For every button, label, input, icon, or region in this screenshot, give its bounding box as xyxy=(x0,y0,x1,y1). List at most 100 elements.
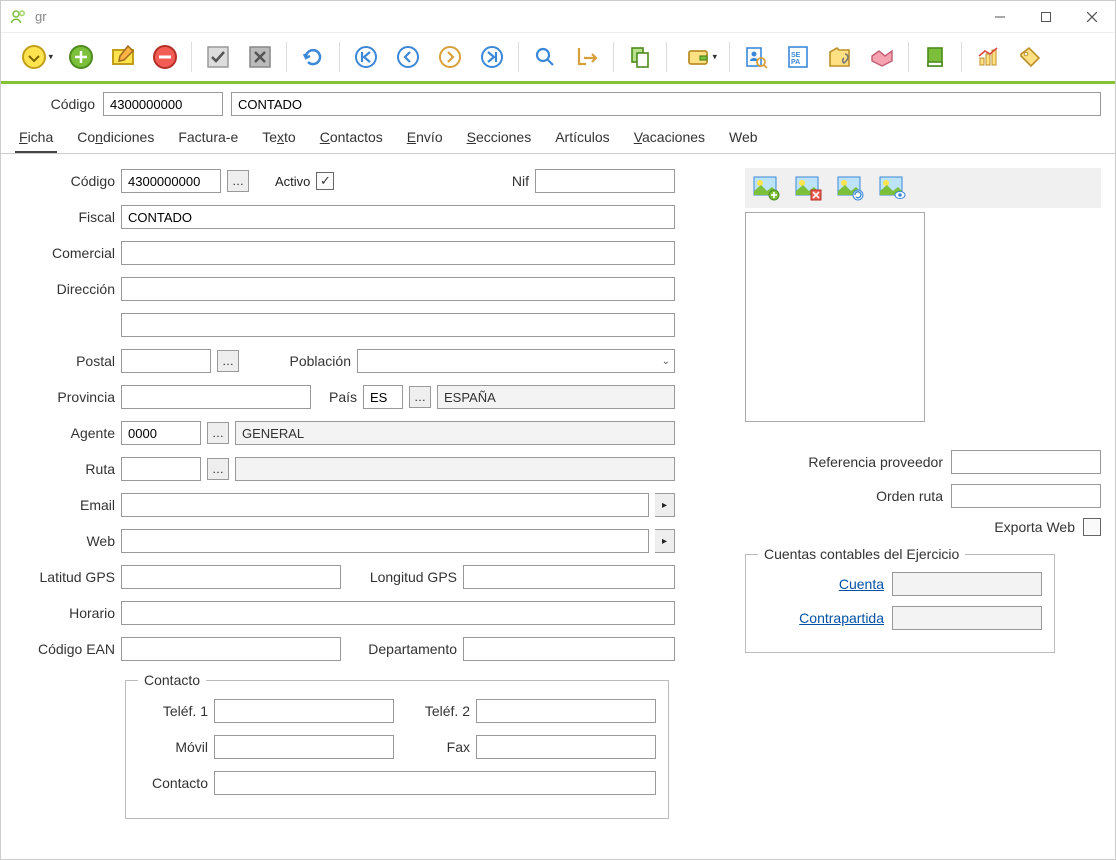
tab-texto[interactable]: Texto xyxy=(258,123,299,153)
activo-label: Activo xyxy=(275,174,310,189)
movil-label: Móvil xyxy=(138,739,208,755)
horario-input[interactable] xyxy=(121,601,675,625)
tag-button[interactable] xyxy=(1012,39,1048,75)
ruta-code-input[interactable] xyxy=(121,457,201,481)
codigo-input[interactable] xyxy=(121,169,221,193)
provincia-input[interactable] xyxy=(121,385,311,409)
tab-ficha[interactable]: Ficha xyxy=(15,123,57,153)
tabs: Ficha Condiciones Factura-e Texto Contac… xyxy=(1,124,1115,154)
image-remove-button[interactable] xyxy=(789,170,827,206)
tab-vacaciones[interactable]: Vacaciones xyxy=(630,123,709,153)
ruta-lookup-button[interactable]: … xyxy=(207,458,229,480)
handshake-button[interactable] xyxy=(864,39,900,75)
postal-lookup-button[interactable]: … xyxy=(217,350,239,372)
movil-input[interactable] xyxy=(214,735,394,759)
image-refresh-button[interactable] xyxy=(831,170,869,206)
tab-web[interactable]: Web xyxy=(725,123,762,153)
next-record-button[interactable] xyxy=(432,39,468,75)
telef1-input[interactable] xyxy=(214,699,394,723)
email-action-button[interactable]: ▸ xyxy=(655,493,675,517)
web-input[interactable] xyxy=(121,529,649,553)
direccion-input[interactable] xyxy=(121,277,675,301)
comercial-label: Comercial xyxy=(15,245,115,261)
minimize-button[interactable] xyxy=(977,1,1023,33)
contacto-input[interactable] xyxy=(214,771,656,795)
new-button[interactable] xyxy=(63,39,99,75)
activo-checkbox[interactable]: ✓ xyxy=(316,172,334,190)
pais-code-input[interactable] xyxy=(363,385,403,409)
tab-secciones[interactable]: Secciones xyxy=(463,123,536,153)
first-record-button[interactable] xyxy=(348,39,384,75)
ref-prov-input[interactable] xyxy=(951,450,1101,474)
app-window: gr xyxy=(0,0,1116,860)
codigo-form-label: Código xyxy=(15,173,115,189)
titlebar: gr xyxy=(1,1,1115,33)
pais-name-display xyxy=(437,385,675,409)
ruta-name-display xyxy=(235,457,675,481)
edit-button[interactable] xyxy=(105,39,141,75)
web-action-button[interactable]: ▸ xyxy=(655,529,675,553)
history-dropdown-button[interactable] xyxy=(11,39,57,75)
form-body: Código … Activo ✓ Nif Fiscal Comercial D… xyxy=(1,154,1115,833)
exporta-web-checkbox[interactable] xyxy=(1083,518,1101,536)
lon-input[interactable] xyxy=(463,565,675,589)
confirm-button[interactable] xyxy=(200,39,236,75)
provincia-label: Provincia xyxy=(15,389,115,405)
name-header-input[interactable] xyxy=(231,92,1101,116)
codigo-lookup-button[interactable]: … xyxy=(227,170,249,192)
svg-text:SE: SE xyxy=(791,52,801,59)
agente-name-display xyxy=(235,421,675,445)
chart-button[interactable] xyxy=(970,39,1006,75)
copy-button[interactable] xyxy=(622,39,658,75)
postal-input[interactable] xyxy=(121,349,211,373)
image-preview-box xyxy=(745,212,925,422)
sepa-button[interactable]: SEPA xyxy=(780,39,816,75)
tab-condiciones[interactable]: Condiciones xyxy=(73,123,158,153)
poblacion-dropdown[interactable]: ⌄ xyxy=(357,349,675,373)
attach-button[interactable] xyxy=(822,39,858,75)
codigo-header-input[interactable] xyxy=(103,92,223,116)
close-button[interactable] xyxy=(1069,1,1115,33)
cancel-button[interactable] xyxy=(242,39,278,75)
image-toolbar xyxy=(745,168,1101,208)
book-button[interactable] xyxy=(917,39,953,75)
user-search-button[interactable] xyxy=(738,39,774,75)
comercial-input[interactable] xyxy=(121,241,675,265)
tab-envio[interactable]: Envío xyxy=(403,123,447,153)
refresh-button[interactable] xyxy=(295,39,331,75)
contrapartida-input[interactable] xyxy=(892,606,1042,630)
delete-button[interactable] xyxy=(147,39,183,75)
cuenta-input[interactable] xyxy=(892,572,1042,596)
tab-contactos[interactable]: Contactos xyxy=(316,123,387,153)
image-add-button[interactable] xyxy=(747,170,785,206)
maximize-button[interactable] xyxy=(1023,1,1069,33)
agente-code-input[interactable] xyxy=(121,421,201,445)
direccion2-input[interactable] xyxy=(121,313,675,337)
agente-lookup-button[interactable]: … xyxy=(207,422,229,444)
orden-ruta-input[interactable] xyxy=(951,484,1101,508)
fiscal-input[interactable] xyxy=(121,205,675,229)
ean-label: Código EAN xyxy=(15,641,115,657)
last-record-button[interactable] xyxy=(474,39,510,75)
nif-input[interactable] xyxy=(535,169,675,193)
contrapartida-link[interactable]: Contrapartida xyxy=(799,610,884,626)
web-label: Web xyxy=(15,533,115,549)
search-button[interactable] xyxy=(527,39,563,75)
export-button[interactable] xyxy=(569,39,605,75)
wallet-dropdown-button[interactable] xyxy=(675,39,721,75)
image-view-button[interactable] xyxy=(873,170,911,206)
departamento-input[interactable] xyxy=(463,637,675,661)
telef2-input[interactable] xyxy=(476,699,656,723)
fax-input[interactable] xyxy=(476,735,656,759)
cuenta-link[interactable]: Cuenta xyxy=(839,576,884,592)
pais-lookup-button[interactable]: … xyxy=(409,386,431,408)
prev-record-button[interactable] xyxy=(390,39,426,75)
contacto-fieldset: Contacto Teléf. 1 Teléf. 2 Móvil Fax Con… xyxy=(125,672,669,819)
lat-input[interactable] xyxy=(121,565,341,589)
ean-input[interactable] xyxy=(121,637,341,661)
tab-factura-e[interactable]: Factura-e xyxy=(174,123,242,153)
email-input[interactable] xyxy=(121,493,649,517)
telef1-label: Teléf. 1 xyxy=(138,703,208,719)
svg-text:PA: PA xyxy=(791,59,800,66)
tab-articulos[interactable]: Artículos xyxy=(551,123,613,153)
